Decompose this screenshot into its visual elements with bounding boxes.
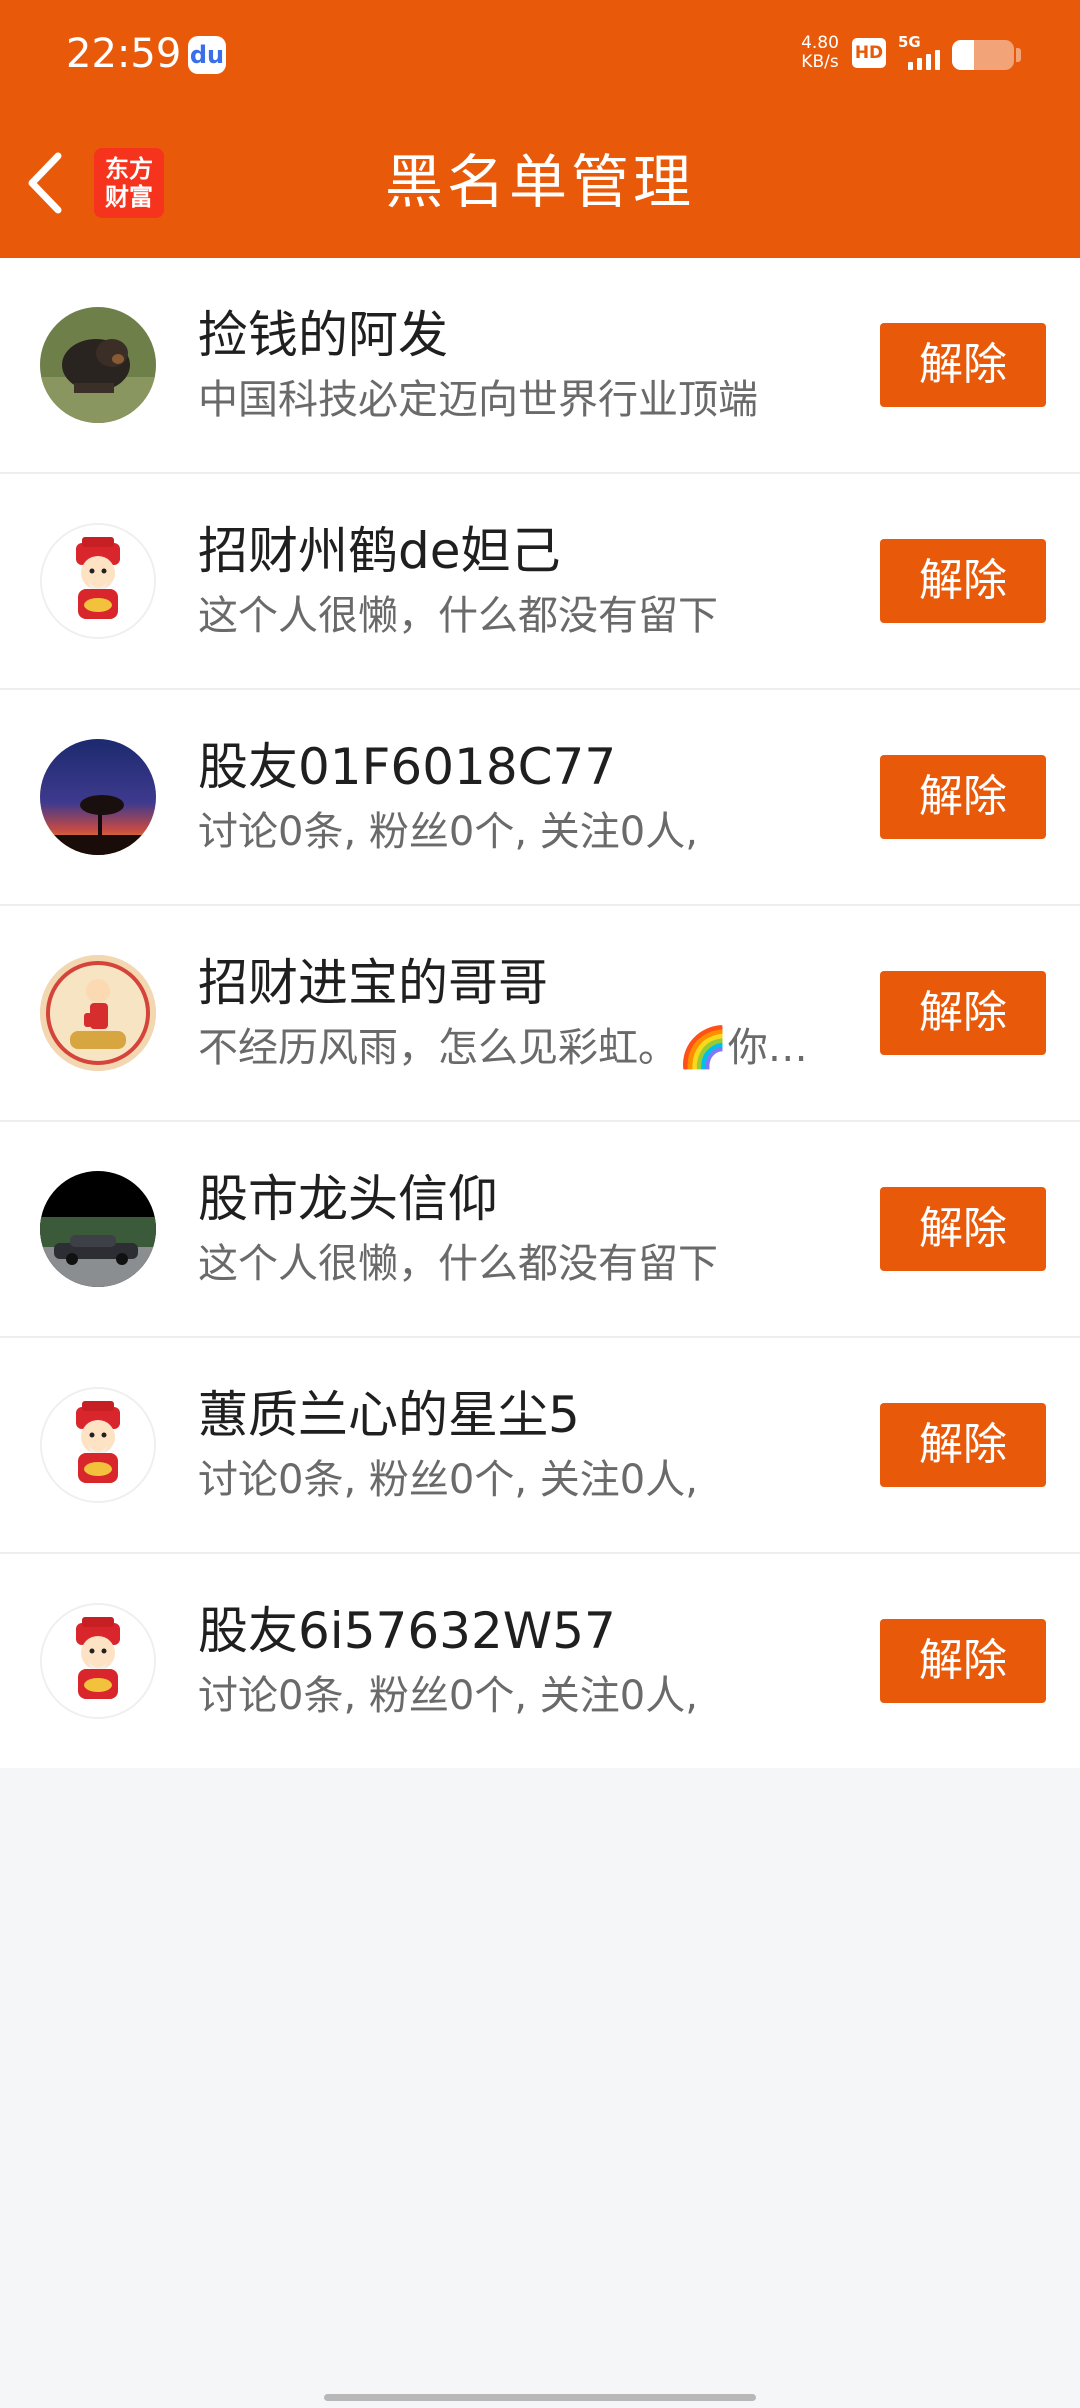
user-name[interactable]: 蕙质兰心的星尘5 (198, 1384, 580, 1446)
network-speed-value: 4.80 (801, 33, 839, 53)
baidu-notification-icon: du (188, 36, 226, 74)
unblock-button[interactable]: 解除 (880, 971, 1046, 1055)
blacklist-row: 捡钱的阿发 中国科技必定迈向世界行业顶端 解除 (0, 258, 1080, 474)
battery-cap (1016, 48, 1021, 62)
user-name[interactable]: 股友01F6018C77 (198, 736, 616, 798)
battery-icon (952, 40, 1014, 70)
avatar-kid-on-horse[interactable] (40, 955, 156, 1071)
blacklist-row: 股友01F6018C77 讨论0条, 粉丝0个, 关注0人, 解除 (0, 690, 1080, 906)
user-bio: 这个人很懒，什么都没有留下 (198, 1241, 718, 1287)
avatar-dog-photo[interactable] (40, 307, 156, 423)
user-bio: 不经历风雨，怎么见彩虹。🌈你… (198, 1025, 808, 1071)
unblock-button[interactable]: 解除 (880, 1403, 1046, 1487)
unblock-button[interactable]: 解除 (880, 539, 1046, 623)
blacklist-row: 招财进宝的哥哥 不经历风雨，怎么见彩虹。🌈你… 解除 (0, 906, 1080, 1122)
network-speed-unit: KB/s (801, 52, 839, 72)
unblock-button[interactable]: 解除 (880, 323, 1046, 407)
blacklist-row: 蕙质兰心的星尘5 讨论0条, 粉丝0个, 关注0人, 解除 (0, 1338, 1080, 1554)
user-bio: 中国科技必定迈向世界行业顶端 (198, 377, 758, 423)
home-indicator[interactable] (324, 2394, 756, 2401)
hd-voice-icon: HD (852, 38, 886, 68)
avatar-god-of-wealth[interactable] (40, 1603, 156, 1719)
unblock-button[interactable]: 解除 (880, 755, 1046, 839)
avatar-sunset-tree[interactable] (40, 739, 156, 855)
user-name[interactable]: 股友6i57632W57 (198, 1600, 616, 1662)
user-name[interactable]: 捡钱的阿发 (198, 304, 448, 366)
unblock-button[interactable]: 解除 (880, 1187, 1046, 1271)
app-header: 22:59 du 4.80 KB/s HD 5G 东方 财富 黑名单管理 (0, 0, 1080, 258)
unblock-button[interactable]: 解除 (880, 1619, 1046, 1703)
network-speed: 4.80 KB/s (796, 34, 844, 72)
user-name[interactable]: 招财进宝的哥哥 (198, 952, 548, 1014)
user-name[interactable]: 招财州鹤de妲己 (198, 520, 561, 582)
blacklist-row: 招财州鹤de妲己 这个人很懒，什么都没有留下 解除 (0, 474, 1080, 690)
user-name[interactable]: 股市龙头信仰 (198, 1168, 498, 1230)
page-title: 黑名单管理 (384, 148, 695, 216)
status-bar: 22:59 du 4.80 KB/s HD 5G (0, 0, 1080, 110)
user-bio: 讨论0条, 粉丝0个, 关注0人, (198, 809, 698, 855)
user-bio: 这个人很懒，什么都没有留下 (198, 593, 718, 639)
cell-signal-icon: 5G (898, 34, 946, 70)
avatar-god-of-wealth[interactable] (40, 523, 156, 639)
signal-bars (908, 50, 940, 70)
blacklist-row: 股友6i57632W57 讨论0条, 粉丝0个, 关注0人, 解除 (0, 1554, 1080, 1768)
status-time: 22:59 (66, 31, 182, 77)
network-type: 5G (898, 33, 921, 51)
blacklist: 捡钱的阿发 中国科技必定迈向世界行业顶端 解除 招财州鹤de妲己 这个人很懒，什… (0, 258, 1080, 1768)
avatar-god-of-wealth[interactable] (40, 1387, 156, 1503)
user-bio: 讨论0条, 粉丝0个, 关注0人, (198, 1457, 698, 1503)
user-bio: 讨论0条, 粉丝0个, 关注0人, (198, 1673, 698, 1719)
battery-level (952, 40, 974, 70)
avatar-car-photo[interactable] (40, 1171, 156, 1287)
blacklist-row: 股市龙头信仰 这个人很懒，什么都没有留下 解除 (0, 1122, 1080, 1338)
